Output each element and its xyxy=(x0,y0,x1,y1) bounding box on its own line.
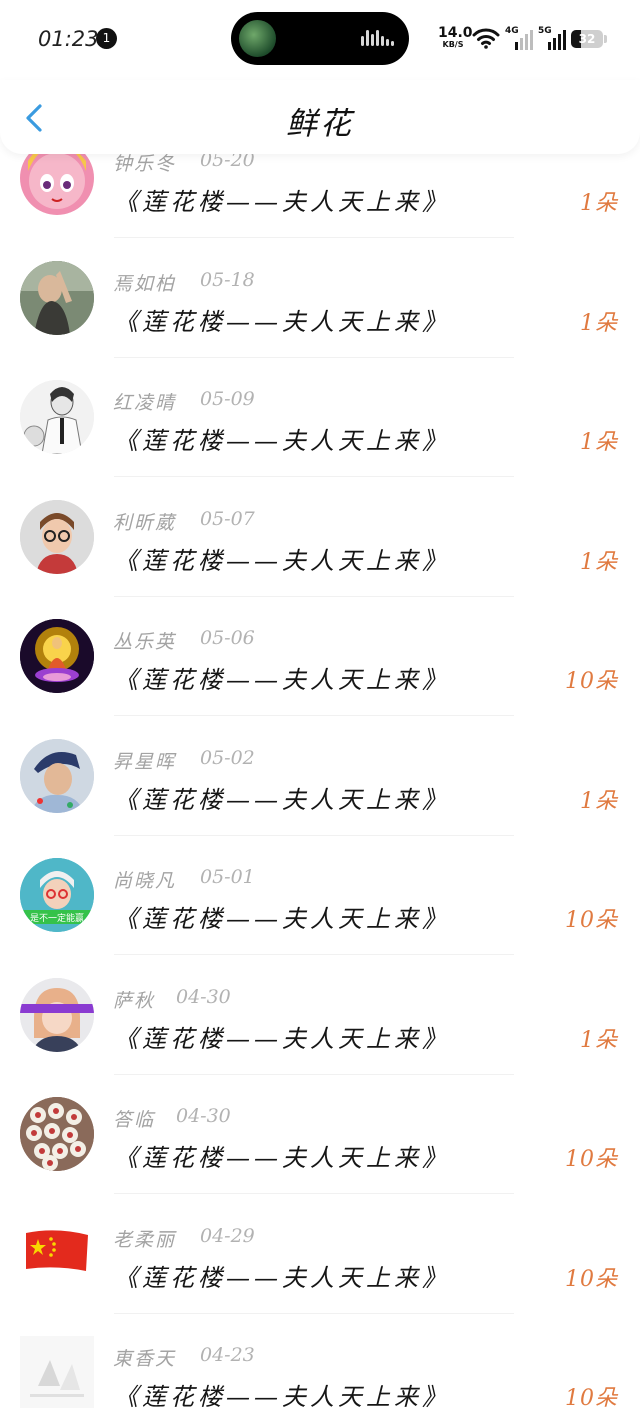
user-avatar[interactable] xyxy=(20,738,94,813)
flower-count: 10朵 xyxy=(565,1266,618,1292)
app-header: 鲜花 xyxy=(0,80,640,154)
gift-date: 05-07 xyxy=(200,507,255,530)
user-name[interactable]: 丛乐英 xyxy=(113,627,176,654)
gift-date: 04-30 xyxy=(176,1105,231,1127)
gift-date: 04-29 xyxy=(200,1224,255,1247)
show-title: 《莲花楼——夫人天上来》 xyxy=(114,546,450,575)
network-speed-unit: KB/S xyxy=(442,40,464,49)
gift-row[interactable]: 萨秋 04-30 《莲花楼——夫人天上来》 1朵 xyxy=(0,944,640,1075)
user-name[interactable]: 尚晓凡 xyxy=(113,866,176,893)
status-time: 01:23 xyxy=(38,27,99,51)
user-avatar[interactable] xyxy=(20,499,94,574)
user-name[interactable]: 焉如柏 xyxy=(113,269,176,296)
flower-count: 1朵 xyxy=(580,549,618,575)
battery-level: 32 xyxy=(578,32,596,46)
gift-row[interactable]: 丛乐英 05-06 《莲花楼——夫人天上来》 10朵 xyxy=(0,585,640,716)
flower-count: 10朵 xyxy=(565,1147,618,1172)
show-title: 《莲花楼——夫人天上来》 xyxy=(114,1024,450,1053)
gift-date: 05-02 xyxy=(200,746,255,769)
status-bar: 01:23 1 14.0 KB/S 4G 5G 32 xyxy=(0,0,640,80)
show-title: 《莲花楼——夫人天上来》 xyxy=(114,666,450,694)
user-avatar[interactable] xyxy=(20,1216,94,1291)
user-avatar[interactable] xyxy=(20,1097,94,1171)
show-title: 《莲花楼——夫人天上来》 xyxy=(114,1144,450,1172)
show-title: 《莲花楼——夫人天上来》 xyxy=(114,1383,450,1408)
flower-count: 1朵 xyxy=(580,191,618,216)
show-title: 《莲花楼——夫人天上来》 xyxy=(114,188,450,216)
show-title: 《莲花楼——夫人天上来》 xyxy=(114,785,450,814)
user-name[interactable]: 昇星晖 xyxy=(113,747,176,774)
dynamic-island[interactable] xyxy=(231,12,409,65)
user-name[interactable]: 答临 xyxy=(113,1105,155,1132)
user-name[interactable]: 红凌晴 xyxy=(113,388,176,415)
audio-wave-icon xyxy=(361,28,394,48)
gift-row[interactable]: 答临 04-30 《莲花楼——夫人天上来》 10朵 xyxy=(0,1063,640,1194)
user-avatar[interactable]: 是不一定能赢 xyxy=(20,858,94,932)
signal-5g-icon: 5G xyxy=(538,26,566,50)
page-title: 鲜花 xyxy=(286,106,354,142)
flower-count: 10朵 xyxy=(565,669,618,694)
user-avatar[interactable] xyxy=(20,977,94,1052)
user-name[interactable]: 萨秋 xyxy=(113,986,155,1013)
signal-4g-icon: 4G xyxy=(505,26,533,50)
user-avatar[interactable] xyxy=(20,619,94,693)
gift-date: 05-06 xyxy=(200,627,255,649)
user-avatar[interactable] xyxy=(20,1336,94,1408)
user-name[interactable]: 利昕葳 xyxy=(113,508,176,535)
flower-count: 1朵 xyxy=(580,788,618,814)
gift-row[interactable]: 東香天 04-23 《莲花楼——夫人天上来》 10朵 xyxy=(0,1302,640,1408)
user-name[interactable]: 老柔丽 xyxy=(113,1225,176,1252)
gift-row[interactable]: 老柔丽 04-29 《莲花楼——夫人天上来》 10朵 xyxy=(0,1183,640,1314)
screen: 01:23 1 14.0 KB/S 4G 5G 32 钟乐冬 05-20 《莲花… xyxy=(0,0,640,1408)
flower-count: 1朵 xyxy=(580,310,618,336)
gift-row[interactable]: 是不一定能赢 尚晓凡 05-01 《莲花楼——夫人天上来》 10朵 xyxy=(0,824,640,955)
gift-row[interactable]: 昇星晖 05-02 《莲花楼——夫人天上来》 1朵 xyxy=(0,705,640,836)
user-avatar[interactable] xyxy=(20,260,94,335)
gift-date: 04-23 xyxy=(200,1344,255,1366)
gift-date: 05-09 xyxy=(200,388,255,410)
flower-count: 1朵 xyxy=(580,430,618,455)
media-thumbnail xyxy=(239,20,276,57)
notification-badge: 1 xyxy=(96,28,117,49)
wifi-icon xyxy=(472,28,500,49)
network-speed-value: 14.0 xyxy=(438,25,473,41)
show-title: 《莲花楼——夫人天上来》 xyxy=(114,307,450,336)
flower-count: 1朵 xyxy=(580,1027,618,1053)
user-name[interactable]: 東香天 xyxy=(113,1344,176,1371)
show-title: 《莲花楼——夫人天上来》 xyxy=(114,905,450,933)
gift-row[interactable]: 焉如柏 05-18 《莲花楼——夫人天上来》 1朵 xyxy=(0,227,640,358)
show-title: 《莲花楼——夫人天上来》 xyxy=(114,1263,450,1292)
gift-row[interactable]: 利昕葳 05-07 《莲花楼——夫人天上来》 1朵 xyxy=(0,466,640,597)
gift-date: 05-18 xyxy=(200,268,255,291)
user-avatar[interactable] xyxy=(20,380,94,454)
flower-count: 10朵 xyxy=(565,908,618,933)
gift-date: 04-30 xyxy=(176,985,231,1008)
show-title: 《莲花楼——夫人天上来》 xyxy=(114,427,450,455)
svg-text:是不一定能赢: 是不一定能赢 xyxy=(30,912,84,924)
gift-date: 05-01 xyxy=(200,866,255,888)
battery-icon: 32 xyxy=(571,30,603,48)
gift-row[interactable]: 红凌晴 05-09 《莲花楼——夫人天上来》 1朵 xyxy=(0,346,640,477)
gift-list[interactable]: 钟乐冬 05-20 《莲花楼——夫人天上来》 1朵 焉如柏 05-18 《莲花楼——夫人天上… xyxy=(0,107,640,1408)
flower-count: 10朵 xyxy=(565,1386,618,1408)
network-speed: 14.0 KB/S xyxy=(438,25,473,49)
battery-cap xyxy=(604,35,607,43)
